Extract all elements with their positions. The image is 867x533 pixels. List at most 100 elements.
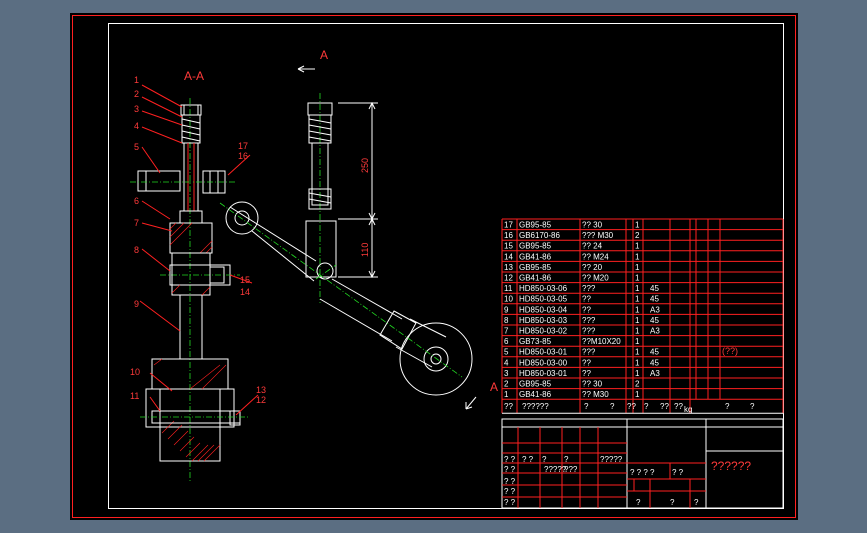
bom-row: 7 HD850-03-02??? 1 A3	[504, 327, 660, 336]
title-block: ?????? ? ? ? ? ? ? ????? ? ? ????? ??? ?…	[501, 418, 784, 509]
bom-cell: 5	[504, 348, 509, 357]
bom-cell: 16	[504, 231, 513, 240]
bom-row: 17 GB95-85 ?? 30 1	[504, 221, 640, 230]
bom-cell: 1	[635, 358, 640, 367]
svg-text:? ?: ? ?	[504, 477, 516, 486]
bom-header-cell: ?	[584, 402, 589, 411]
bom-cell: GB6170-86	[519, 231, 560, 240]
dim-250: 250	[360, 158, 370, 173]
bom-cell: 8	[504, 316, 509, 325]
bom-cell: 45	[650, 348, 659, 357]
bom-header-cell: ?	[610, 402, 615, 411]
svg-text:1: 1	[134, 75, 139, 85]
main-view: A 250 110 A	[219, 48, 498, 410]
bom-cell: ??	[582, 295, 591, 304]
bom-cell: A3	[650, 369, 660, 378]
svg-text:5: 5	[134, 142, 139, 152]
bom-header-cell: ?	[725, 402, 730, 411]
svg-text:?: ?	[564, 455, 569, 464]
bom-cell: 9	[504, 305, 509, 314]
bom-cell: 11	[504, 284, 513, 293]
bom-header-cell: ??	[627, 402, 636, 411]
bom-cell: 1	[635, 252, 640, 261]
bom-row: 5 HD850-03-01??? 1 45	[504, 348, 659, 357]
bom-cell: A3	[650, 327, 660, 336]
bom-cell: ?? M30	[582, 390, 609, 399]
bom-cell: HD850-03-05	[519, 295, 568, 304]
bom-cell: ?? M20	[582, 274, 609, 283]
svg-text:?: ?	[636, 498, 641, 507]
svg-text:?????: ?????	[600, 455, 623, 464]
svg-text:A: A	[490, 380, 498, 394]
title-block-name: ??????	[711, 459, 751, 473]
svg-text:? ?: ? ?	[504, 498, 516, 507]
svg-text:?: ?	[542, 455, 547, 464]
svg-text:4: 4	[134, 121, 139, 131]
cad-drawing-canvas: A-A 1 2 3 4 5 6 7 8 9 10 11 12 13 14 15 …	[72, 15, 796, 518]
bom-cell: ???	[582, 316, 596, 325]
bom-cell: GB41-86	[519, 274, 552, 283]
bom-cell: ?? 20	[582, 263, 603, 272]
bom-cell: 13	[504, 263, 513, 272]
svg-text:?: ?	[694, 498, 699, 507]
bom-header-unit: kg	[684, 405, 692, 414]
bom-row: 15 GB95-85 ?? 24 1	[504, 242, 640, 251]
bom-cell: ??	[582, 358, 591, 367]
svg-text:? ?: ? ?	[672, 468, 684, 477]
bom-cell: 3	[504, 369, 509, 378]
svg-text:? ? ? ?: ? ? ? ?	[630, 468, 655, 477]
bom-cell: 1	[635, 327, 640, 336]
bom-cell: 10	[504, 295, 513, 304]
bom-cell: 1	[635, 305, 640, 314]
svg-text:13: 13	[256, 385, 266, 395]
bom-cell: 2	[504, 380, 509, 389]
bom-cell: HD850-03-06	[519, 284, 568, 293]
bom-cell: HD850-03-04	[519, 305, 568, 314]
bom-cell: 6	[504, 337, 509, 346]
svg-text:9: 9	[134, 299, 139, 309]
outer-frame	[72, 15, 796, 518]
bom-cell: GB95-85	[519, 242, 552, 251]
bom-cell: GB95-85	[519, 221, 552, 230]
assembly-note: (??)	[722, 346, 738, 356]
bom-cell: ??	[582, 305, 591, 314]
bom-cell: 45	[650, 316, 659, 325]
bom-cell: 45	[650, 295, 659, 304]
svg-text:? ?: ? ?	[504, 487, 516, 496]
bom-row: 13 GB95-85 ?? 20 1	[504, 263, 640, 272]
section-label: A-A	[184, 69, 204, 83]
bom-cell: GB41-86	[519, 390, 552, 399]
bom-cell: HD850-03-03	[519, 316, 568, 325]
bom-row: 16 GB6170-86 ??? M30 2	[504, 231, 640, 240]
svg-text:? ?: ? ?	[522, 455, 534, 464]
bom-cell: 1	[504, 390, 509, 399]
svg-text:6: 6	[134, 196, 139, 206]
bom-cell: 1	[635, 316, 640, 325]
bom-row: 12 GB41-86 ?? M20 1	[504, 274, 640, 283]
bom-row: 8 HD850-03-03??? 1 45	[504, 316, 659, 325]
svg-text:7: 7	[134, 218, 139, 228]
svg-text:15: 15	[240, 275, 250, 285]
bom-row: 14 GB41-86 ?? M24 1	[504, 252, 640, 261]
svg-text:A: A	[320, 48, 328, 62]
bom-cell: ?? 30	[582, 221, 603, 230]
bom-cell: 12	[504, 274, 513, 283]
svg-text:17: 17	[238, 141, 248, 151]
bom-cell: GB95-85	[519, 380, 552, 389]
bom-header-cell: ?	[750, 402, 755, 411]
svg-text:3: 3	[134, 104, 139, 114]
svg-text:14: 14	[240, 287, 250, 297]
svg-text:16: 16	[238, 151, 248, 161]
bom-cell: HD850-03-00	[519, 358, 568, 367]
svg-text:12: 12	[256, 395, 266, 405]
bom-cell: 1	[635, 221, 640, 230]
svg-text:10: 10	[130, 367, 140, 377]
bom-cell: ?? M24	[582, 252, 609, 261]
bom-row: 2 GB95-85 ?? 30 2	[504, 380, 640, 389]
bom-cell: 1	[635, 295, 640, 304]
bom-cell: 7	[504, 327, 509, 336]
bom-cell: ??M10X20	[582, 337, 621, 346]
bom-cell: 4	[504, 358, 509, 367]
bom-cell: ???	[582, 284, 596, 293]
bom-cell: ?? 24	[582, 242, 603, 251]
